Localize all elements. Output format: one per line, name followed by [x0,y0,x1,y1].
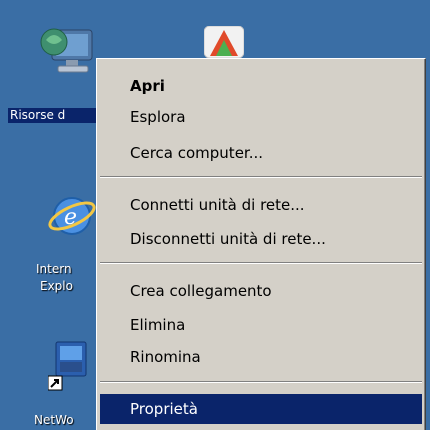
internet-explorer-label-line2[interactable]: Explo [40,279,73,294]
monitor-icon [40,28,93,73]
internet-explorer-icon[interactable]: e [48,190,96,242]
menu-separator [100,381,422,383]
menu-item-disconnetti-unita[interactable]: Disconnetti unità di rete... [100,224,422,254]
menu-item-elimina[interactable]: Elimina [100,310,422,340]
context-menu: Apri Esplora Cerca computer... Connetti … [96,58,426,430]
menu-item-apri[interactable]: Apri [100,71,422,101]
menu-separator [100,176,422,178]
menu-item-esplora[interactable]: Esplora [100,102,422,132]
network-shortcut-icon[interactable] [47,340,96,400]
menu-item-cerca-computer[interactable]: Cerca computer... [100,138,422,168]
application-icon[interactable] [203,25,245,59]
my-computer-label[interactable]: Risorse d [8,108,98,123]
menu-item-crea-collegamento[interactable]: Crea collegamento [100,276,422,306]
network-label[interactable]: NetWo [34,413,74,428]
svg-text:e: e [64,205,77,230]
menu-item-rinomina[interactable]: Rinomina [100,342,422,372]
menu-item-connetti-unita[interactable]: Connetti unità di rete... [100,190,422,220]
my-computer-icon[interactable] [40,22,96,82]
internet-explorer-label[interactable]: Intern [36,262,72,277]
menu-separator [100,262,422,264]
menu-item-proprieta[interactable]: Proprietà [100,394,422,424]
